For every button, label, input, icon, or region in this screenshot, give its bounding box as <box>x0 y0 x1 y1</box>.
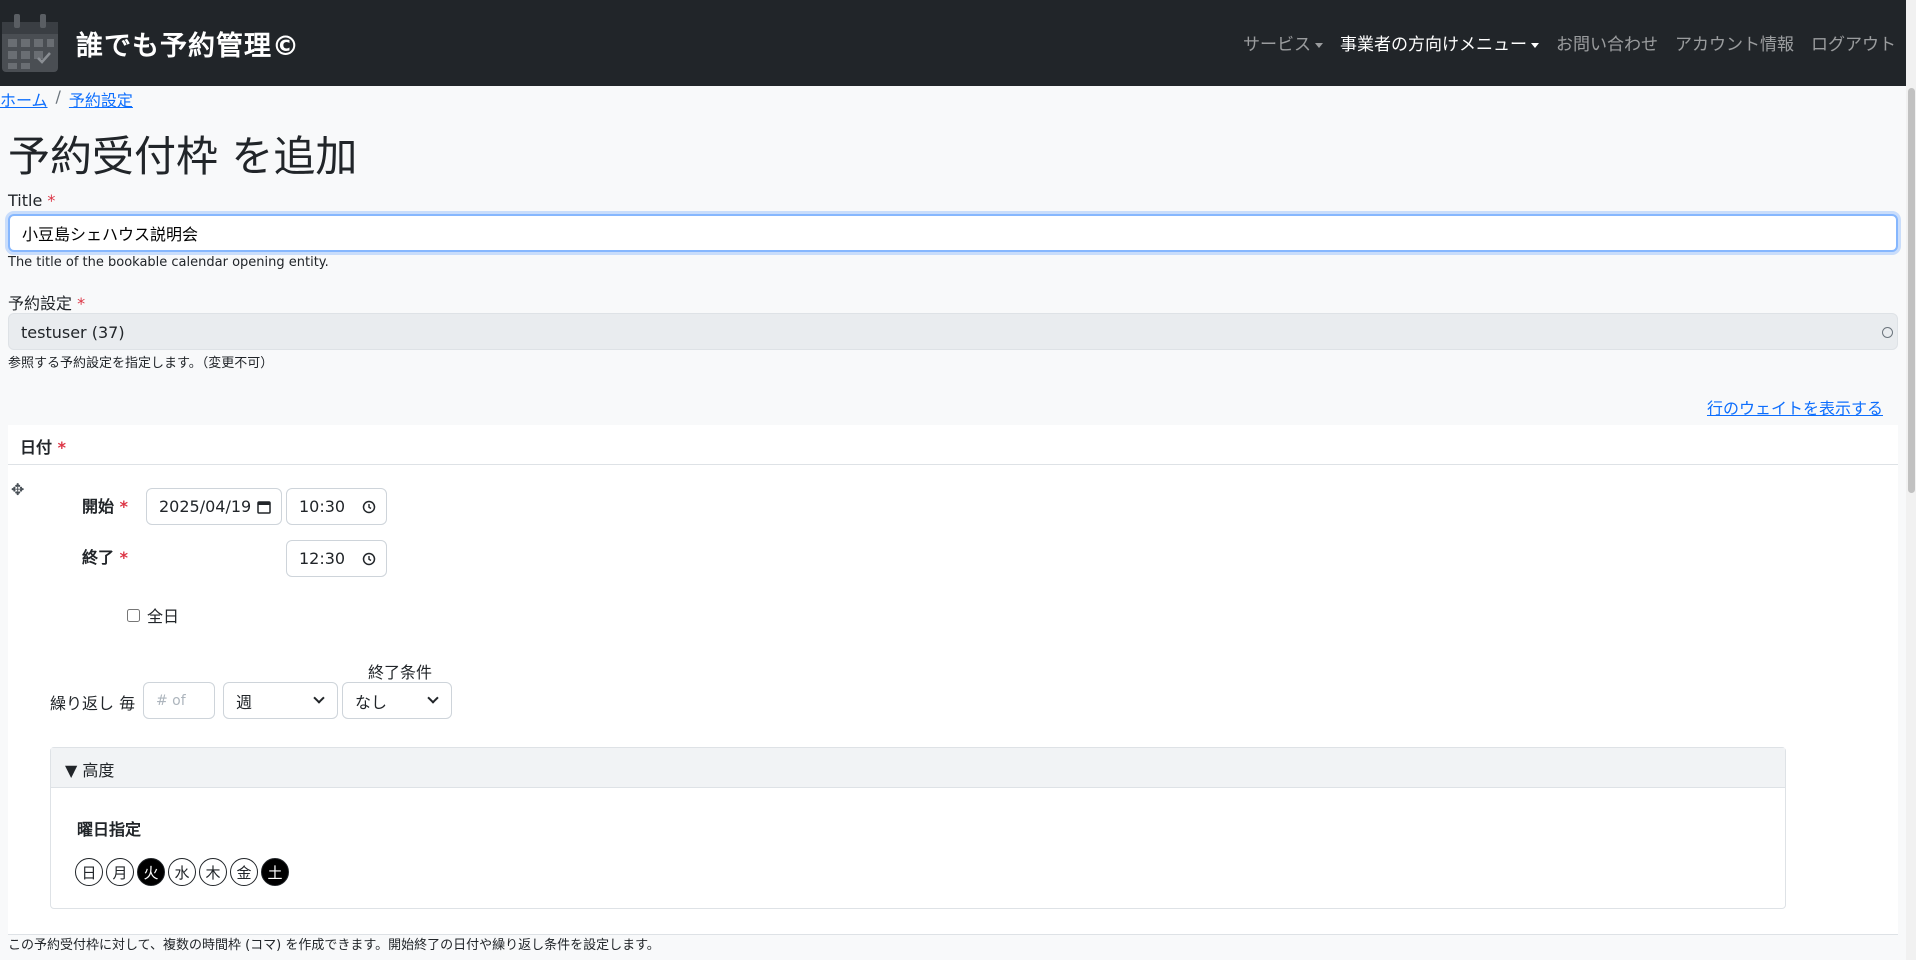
clock-icon[interactable] <box>362 500 376 514</box>
reservation-label-text: 予約設定 <box>8 294 73 313</box>
breadcrumb-separator: / <box>55 87 61 106</box>
advanced-toggle[interactable]: ▼ 高度 <box>51 748 1785 788</box>
nav-business-menu[interactable]: 事業者の方向けメニュー <box>1340 30 1539 55</box>
breadcrumb: ホーム / 予約設定 <box>0 87 133 111</box>
repeat-interval-input[interactable]: # of <box>143 682 215 719</box>
dow-saturday[interactable]: 土 <box>261 858 289 886</box>
reservation-select-value: testuser (37) <box>21 323 125 342</box>
date-help: この予約受付枠に対して、複数の時間枠 (コマ) を作成できます。開始終了の日付や… <box>8 938 660 953</box>
dow-thursday[interactable]: 木 <box>199 858 227 886</box>
end-condition-select[interactable]: なし <box>342 682 452 719</box>
required-mark: * <box>119 548 128 567</box>
brand-title[interactable]: 誰でも予約管理© <box>76 24 300 63</box>
end-label: 終了 * <box>82 544 128 568</box>
required-mark: * <box>57 438 66 457</box>
allday-option[interactable]: 全日 <box>127 603 179 627</box>
date-label: 日付 <box>20 438 53 457</box>
top-navbar: 誰でも予約管理© サービス 事業者の方向けメニュー お問い合わせ アカウント情報… <box>0 0 1906 86</box>
start-label-text: 開始 <box>82 497 115 516</box>
calendar-picker-icon[interactable] <box>257 500 271 514</box>
dow-tuesday[interactable]: 火 <box>137 858 165 886</box>
end-condition-label: 終了条件 <box>368 663 433 682</box>
end-time-value: 12:30 <box>299 549 346 568</box>
dow-monday[interactable]: 月 <box>106 858 134 886</box>
end-condition-value: なし <box>355 692 388 712</box>
dow-sunday[interactable]: 日 <box>75 858 103 886</box>
nav-services[interactable]: サービス <box>1243 30 1323 55</box>
nav-business-menu-label: 事業者の方向けメニュー <box>1340 35 1527 55</box>
nav-services-label: サービス <box>1243 35 1311 55</box>
title-help: The title of the bookable calendar openi… <box>8 255 329 270</box>
dow-wednesday[interactable]: 水 <box>168 858 196 886</box>
title-label-text: Title <box>8 191 43 210</box>
drag-handle-icon[interactable]: ✥ <box>11 480 24 499</box>
start-date-value: 2025/04/19 <box>159 497 252 516</box>
nav-menu: サービス 事業者の方向けメニュー お問い合わせ アカウント情報 ログアウト <box>1243 30 1896 55</box>
chevron-down-icon <box>427 692 439 704</box>
allday-label: 全日 <box>147 607 180 626</box>
page-scrollbar[interactable] <box>1906 0 1916 960</box>
reservation-label: 予約設定 * <box>8 290 85 314</box>
chevron-down-icon <box>313 692 325 704</box>
calendar-icon[interactable] <box>0 12 60 74</box>
title-label: Title * <box>8 191 55 210</box>
allday-checkbox[interactable] <box>127 608 140 622</box>
caret-down-icon <box>1315 42 1323 48</box>
clock-icon[interactable] <box>362 552 376 566</box>
advanced-section: ▼ 高度 曜日指定 日 月 火 水 木 金 土 <box>50 747 1786 909</box>
nav-account[interactable]: アカウント情報 <box>1675 30 1794 55</box>
end-time-input[interactable]: 12:30 <box>286 540 387 577</box>
reservation-help: 参照する予約設定を指定します。（変更不可） <box>8 356 274 371</box>
breadcrumb-reservation-settings[interactable]: 予約設定 <box>69 87 133 111</box>
start-time-input[interactable]: 10:30 <box>286 488 387 525</box>
date-header: 日付 * <box>8 425 1898 465</box>
end-label-text: 終了 <box>82 548 115 567</box>
start-time-value: 10:30 <box>299 497 346 516</box>
caret-down-icon <box>1531 42 1539 48</box>
breadcrumb-home[interactable]: ホーム <box>0 87 48 111</box>
dow-friday[interactable]: 金 <box>230 858 258 886</box>
required-mark: * <box>47 191 56 210</box>
start-label: 開始 * <box>82 493 128 517</box>
show-row-weights-link[interactable]: 行のウェイトを表示する <box>1707 395 1883 419</box>
loading-ring-icon <box>1882 327 1893 338</box>
day-of-week-label: 曜日指定 <box>77 820 142 839</box>
repeat-unit-value: 週 <box>236 692 253 712</box>
title-input[interactable] <box>8 214 1898 252</box>
start-date-input[interactable]: 2025/04/19 <box>146 488 282 525</box>
repeat-unit-select[interactable]: 週 <box>223 682 338 719</box>
day-of-week-selector: 日 月 火 水 木 金 土 <box>75 858 289 886</box>
required-mark: * <box>119 497 128 516</box>
page-title: 予約受付枠 を追加 <box>8 132 358 181</box>
required-mark: * <box>77 294 86 313</box>
nav-contact[interactable]: お問い合わせ <box>1556 30 1658 55</box>
reservation-select[interactable]: testuser (37) <box>8 313 1898 350</box>
scrollbar-thumb[interactable] <box>1908 88 1915 493</box>
nav-logout[interactable]: ログアウト <box>1811 30 1896 55</box>
repeat-label: 繰り返し 毎 <box>50 694 136 713</box>
